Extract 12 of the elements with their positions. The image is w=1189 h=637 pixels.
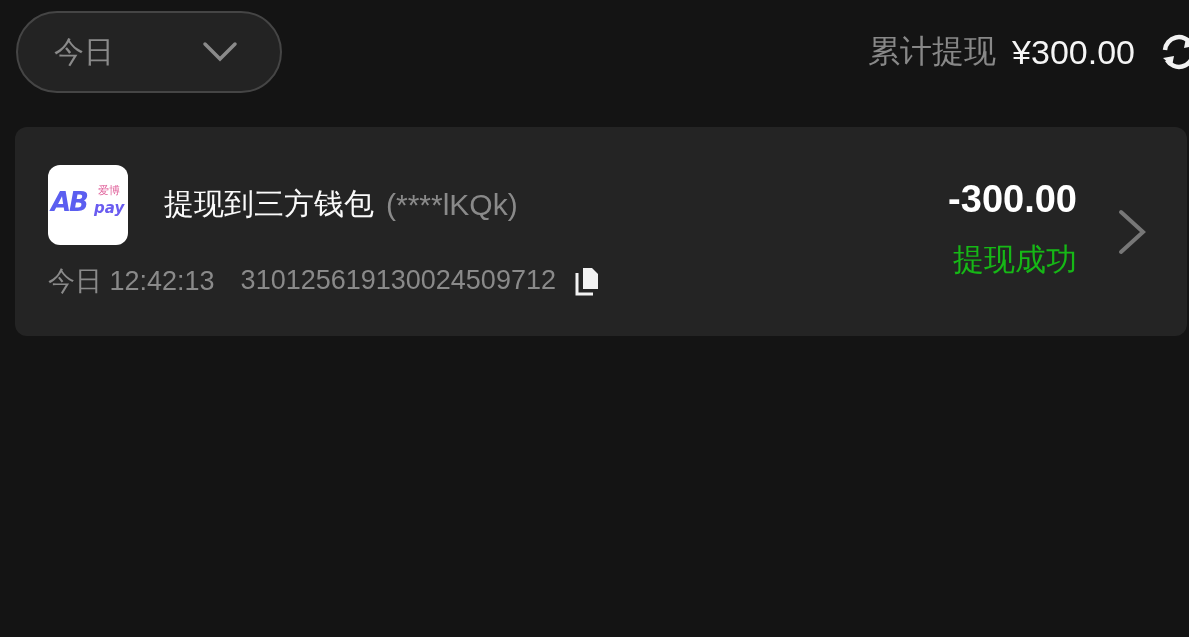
chevron-down-icon xyxy=(202,41,238,63)
record-time: 今日 12:42:13 xyxy=(48,264,215,298)
masked-account: (****lKQk) xyxy=(386,187,518,222)
total-withdrawn-amount: ¥300.00 xyxy=(1012,32,1135,72)
copy-icon[interactable] xyxy=(573,265,600,296)
record-amount: -300.00 xyxy=(948,178,1077,221)
order-number: 310125619130024509712 xyxy=(240,265,556,296)
chevron-right-icon xyxy=(1117,208,1147,255)
record-status: 提现成功 xyxy=(953,240,1077,279)
record-title: 提现到三方钱包 xyxy=(164,185,374,223)
date-filter-dropdown[interactable]: 今日 xyxy=(16,11,282,93)
total-withdrawn-label: 累计提现 xyxy=(868,31,997,72)
